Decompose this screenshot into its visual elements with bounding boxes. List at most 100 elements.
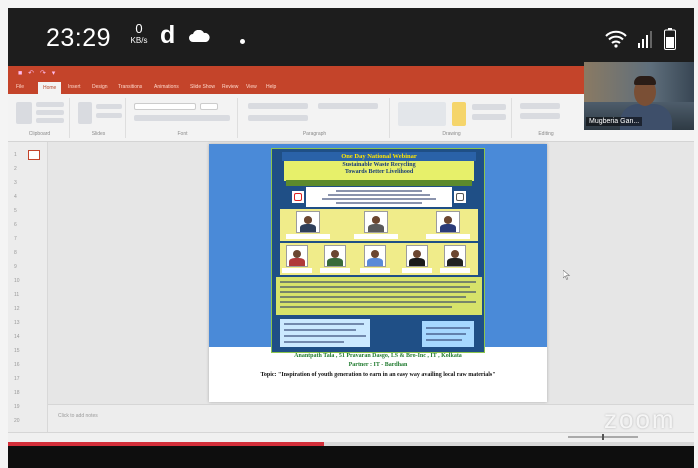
speaker-photo: [324, 245, 346, 267]
ribbon-group-font: Font: [128, 98, 238, 138]
format-painter-button[interactable]: [36, 118, 64, 123]
tab-view[interactable]: View: [246, 83, 257, 92]
tab-transitions[interactable]: Transitions: [118, 83, 142, 92]
tab-animations[interactable]: Animations: [154, 83, 179, 92]
speaker-caption: [282, 268, 312, 273]
slide[interactable]: One Day National Webinar Sustainable Was…: [209, 144, 547, 402]
net-speed-value: 0: [135, 21, 143, 36]
bottom-bar: [8, 446, 694, 468]
participant-video-tile[interactable]: Mugberia Gan...: [584, 62, 694, 130]
slide-number: 20: [14, 418, 20, 424]
poster-registration-block: [422, 321, 474, 347]
speaker-photo: [364, 211, 388, 233]
slide-number: 10: [14, 278, 20, 284]
slide-number: 11: [14, 292, 20, 298]
ribbon-group-clipboard: Clipboard: [10, 98, 70, 138]
ribbon-group-slides: Slides: [72, 98, 126, 138]
ribbon-group-drawing: Drawing: [392, 98, 512, 138]
text-direction-buttons[interactable]: [318, 103, 378, 109]
slide-thumbnail-pane[interactable]: 1 2 3 4 5 6 7 8 9 10 11 12 13 14 15 16 1…: [8, 142, 48, 432]
zoom-watermark: zoom: [604, 404, 676, 434]
group-label-paragraph: Paragraph: [302, 131, 327, 137]
mouse-cursor-icon: [563, 270, 571, 280]
speaker-photo: [364, 245, 386, 267]
new-slide-button[interactable]: [78, 102, 92, 124]
poster-organizer-block: [306, 187, 452, 207]
font-family-select[interactable]: [134, 103, 196, 110]
shape-fill-button[interactable]: [472, 104, 506, 110]
poster-banner: One Day National Webinar: [282, 152, 476, 161]
slide-number: 2: [14, 166, 17, 172]
poster-footer-organizers: Anantpath Tala , 51 Pravaran Dasgo, I.S …: [294, 353, 462, 359]
group-label-clipboard: Clipboard: [28, 131, 51, 137]
slide-thumbnail-1[interactable]: [28, 150, 40, 160]
slide-number: 13: [14, 320, 20, 326]
app-notification-icon: d: [160, 21, 176, 49]
emblem-logo: [454, 191, 466, 203]
speaker-caption: [286, 234, 330, 239]
speaker-photo: [444, 245, 466, 267]
shape-outline-button[interactable]: [472, 114, 506, 120]
find-button[interactable]: [520, 103, 560, 109]
speaker-caption: [320, 268, 350, 273]
font-size-select[interactable]: [200, 103, 218, 110]
phone-status-bar: 23:29 0 KB/s d: [8, 8, 694, 66]
tab-design[interactable]: Design: [92, 83, 108, 92]
layout-button[interactable]: [96, 104, 122, 109]
speaker-photo: [406, 245, 428, 267]
wifi-icon: [605, 30, 627, 48]
speaker-row-2: [280, 243, 478, 275]
slide-number: 16: [14, 362, 20, 368]
poster-footer-partner: Partner : IT - Bardhan: [348, 362, 408, 368]
poster-topic: Topic: "Inspiration of youth generation …: [260, 372, 496, 378]
alignment-buttons[interactable]: [248, 115, 308, 121]
speaker-caption: [354, 234, 398, 239]
poster-date-strip: [286, 180, 472, 186]
net-speed-unit: KB/s: [130, 36, 148, 45]
tab-help[interactable]: Help: [266, 83, 276, 92]
font-style-buttons[interactable]: [134, 115, 230, 121]
slide-number: 19: [14, 404, 20, 410]
cloud-icon: [189, 30, 210, 42]
ribbon-group-paragraph: Paragraph: [240, 98, 390, 138]
replace-button[interactable]: [520, 113, 560, 119]
speaker-photo: [296, 211, 320, 233]
battery-icon: [664, 28, 676, 50]
cut-button[interactable]: [36, 102, 64, 107]
notes-pane[interactable]: Click to add notes: [48, 404, 694, 432]
reset-button[interactable]: [96, 113, 122, 118]
net-speed: 0 KB/s: [126, 22, 152, 46]
slide-number: 5: [14, 208, 17, 214]
speaker-caption: [440, 268, 470, 273]
arrange-button[interactable]: [452, 102, 466, 126]
group-label-drawing: Drawing: [442, 131, 461, 137]
group-label-editing: Editing: [538, 131, 554, 137]
tab-insert[interactable]: Insert: [68, 83, 81, 92]
group-label-font: Font: [177, 131, 188, 137]
college-logo: [292, 191, 304, 203]
app-status-bar: [8, 432, 694, 442]
slide-number: 14: [14, 334, 20, 340]
tab-file[interactable]: File: [16, 83, 24, 92]
notes-placeholder: Click to add notes: [58, 413, 98, 419]
webinar-poster: One Day National Webinar Sustainable Was…: [271, 148, 485, 353]
zoom-slider[interactable]: [568, 434, 638, 440]
slide-number: 1: [14, 152, 17, 158]
participant-name: Mugberia Gan...: [586, 117, 643, 126]
slide-number: 4: [14, 194, 17, 200]
slide-number: 3: [14, 180, 17, 186]
poster-title: Sustainable Waste Recycling Towards Bett…: [284, 161, 474, 181]
speaker-caption: [360, 268, 390, 273]
quick-access-toolbar[interactable]: ■ ↶ ↷ ▾: [18, 69, 57, 77]
poster-title-line-2: Towards Better Livelihood: [344, 168, 414, 175]
signal-icon: [638, 31, 652, 48]
poster-contact-block: [280, 319, 370, 347]
list-buttons[interactable]: [248, 103, 308, 109]
shapes-gallery[interactable]: [398, 102, 446, 126]
copy-button[interactable]: [36, 110, 64, 115]
paste-button[interactable]: [16, 102, 32, 124]
tab-review[interactable]: Review: [222, 83, 238, 92]
tab-slide-show[interactable]: Slide Show: [190, 83, 215, 92]
speaker-row-1: [280, 209, 478, 241]
tab-home[interactable]: Home: [38, 82, 62, 94]
